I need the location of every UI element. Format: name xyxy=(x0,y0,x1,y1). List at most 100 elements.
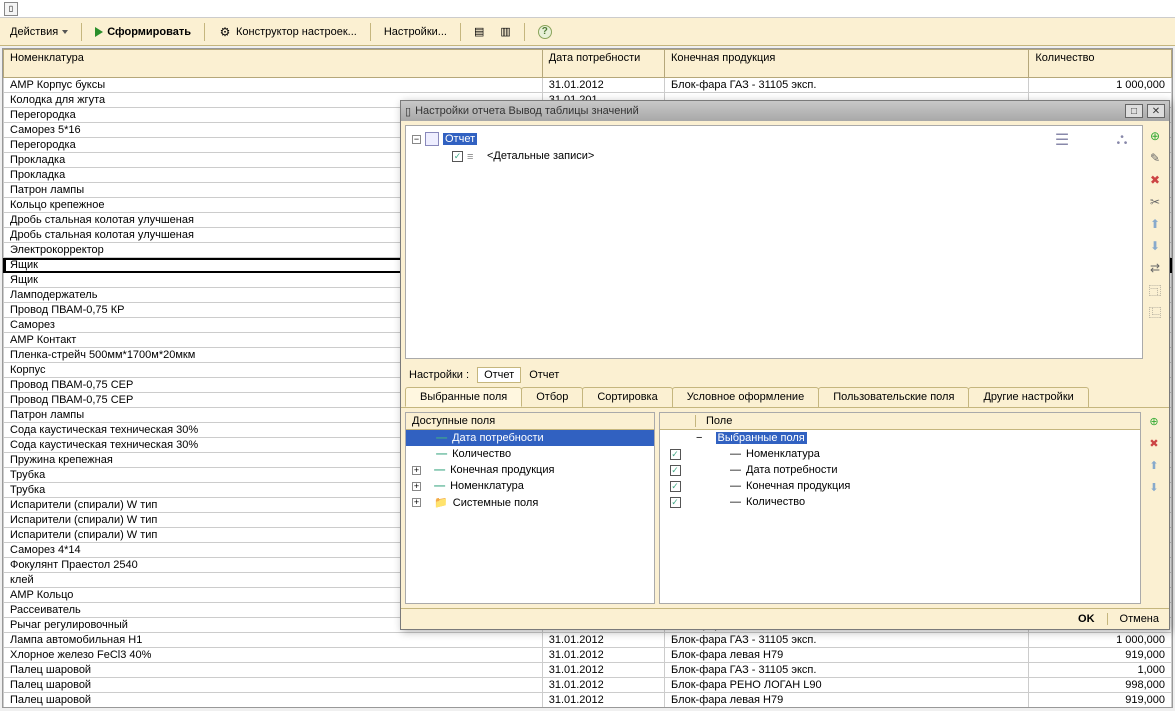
cell-nomenclature[interactable]: AMP Корпус буксы xyxy=(4,78,543,93)
collapse-icon[interactable]: − xyxy=(696,432,702,444)
cell-qty[interactable]: 1 000,000 xyxy=(1029,633,1172,648)
tab-3[interactable]: Условное оформление xyxy=(672,387,819,407)
tool-b-button[interactable]: ⿹ xyxy=(1146,281,1164,299)
tool-icon-1[interactable]: ▤ xyxy=(468,23,490,40)
cell-product[interactable]: Блок-фара РЕНО ЛОГАН L90 xyxy=(664,678,1028,693)
crumb-report-2[interactable]: Отчет xyxy=(529,369,559,381)
cell-date[interactable]: 31.01.2012 xyxy=(542,693,664,708)
delete-field-button[interactable]: ✖ xyxy=(1145,434,1163,452)
field-icon: — xyxy=(436,432,447,444)
cell-date[interactable]: 31.01.2012 xyxy=(542,633,664,648)
table-row[interactable]: Палец шаровой31.01.2012Блок-фара левая H… xyxy=(4,693,1172,708)
tool-a-button[interactable]: ⇄ xyxy=(1146,259,1164,277)
tab-1[interactable]: Отбор xyxy=(521,387,583,407)
cell-nomenclature[interactable]: Лампа автомобильная H1 xyxy=(4,633,543,648)
move-up-button[interactable]: ⬆ xyxy=(1146,215,1164,233)
structure-icon-2[interactable]: ⛬ xyxy=(1112,130,1132,150)
tab-5[interactable]: Другие настройки xyxy=(968,387,1088,407)
selected-field[interactable]: ✓—Номенклатура xyxy=(660,446,1140,462)
tree-detail-label[interactable]: <Детальные записи> xyxy=(487,150,594,162)
tool-c-button[interactable]: ⿺ xyxy=(1146,303,1164,321)
tab-0[interactable]: Выбранные поля xyxy=(405,387,522,407)
field-label: Дата потребности xyxy=(746,464,838,476)
folder-icon: 📁 xyxy=(434,496,448,509)
gear-icon: ⚙ xyxy=(218,25,232,39)
table-row[interactable]: Палец шаровой31.01.2012Блок-фара РЕНО ЛО… xyxy=(4,678,1172,693)
cell-product[interactable]: Блок-фара левая H79 xyxy=(664,648,1028,663)
checkbox[interactable]: ✓ xyxy=(670,497,681,508)
available-field[interactable]: + 📁Системные поля xyxy=(406,494,654,511)
header-nomenclature[interactable]: Номенклатура xyxy=(4,50,543,78)
cell-product[interactable]: Блок-фара ГАЗ - 31105 эксп. xyxy=(664,633,1028,648)
checkbox[interactable]: ✓ xyxy=(452,151,463,162)
actions-menu[interactable]: Действия xyxy=(4,24,74,40)
table-row[interactable]: Лампа автомобильная H131.01.2012Блок-фар… xyxy=(4,633,1172,648)
selected-field[interactable]: ✓—Конечная продукция xyxy=(660,478,1140,494)
add-button[interactable]: ⊕ xyxy=(1146,127,1164,145)
checkbox[interactable]: ✓ xyxy=(670,481,681,492)
cell-qty[interactable]: 998,000 xyxy=(1029,678,1172,693)
checkbox[interactable]: ✓ xyxy=(670,465,681,476)
move-field-up-button[interactable]: ⬆ xyxy=(1145,456,1163,474)
cell-qty[interactable]: 1,000 xyxy=(1029,663,1172,678)
cell-nomenclature[interactable]: Палец шаровой xyxy=(4,678,543,693)
cell-nomenclature[interactable]: Палец шаровой xyxy=(4,663,543,678)
header-product[interactable]: Конечная продукция xyxy=(664,50,1028,78)
cell-nomenclature[interactable]: Палец шаровой xyxy=(4,693,543,708)
report-tree[interactable]: − Отчет ✓ <Детальные записи> ☰ ⛬ xyxy=(405,125,1143,359)
expand-icon[interactable]: + xyxy=(412,466,421,475)
table-row[interactable]: Хлорное железо FeCl3 40%31.01.2012Блок-ф… xyxy=(4,648,1172,663)
report-settings-dialog: ▯ Настройки отчета Вывод таблицы значени… xyxy=(400,100,1170,630)
move-down-button[interactable]: ⬇ xyxy=(1146,237,1164,255)
selected-field[interactable]: ✓—Дата потребности xyxy=(660,462,1140,478)
available-field[interactable]: —Дата потребности xyxy=(406,430,654,446)
table-row[interactable]: AMP Корпус буксы31.01.2012Блок-фара ГАЗ … xyxy=(4,78,1172,93)
cell-date[interactable]: 31.01.2012 xyxy=(542,648,664,663)
tree-root-label[interactable]: Отчет xyxy=(443,133,477,145)
cancel-button[interactable]: Отмена xyxy=(1120,613,1159,625)
cell-nomenclature[interactable]: Хлорное железо FeCl3 40% xyxy=(4,648,543,663)
settings-button[interactable]: Настройки... xyxy=(378,24,453,40)
crumb-report-1[interactable]: Отчет xyxy=(477,367,521,383)
selected-root[interactable]: − Выбранные поля xyxy=(660,430,1140,446)
table-row[interactable]: Палец шаровой31.01.2012Блок-фара ГАЗ - 3… xyxy=(4,663,1172,678)
header-date[interactable]: Дата потребности xyxy=(542,50,664,78)
help-button[interactable]: ? xyxy=(532,23,558,41)
add-field-button[interactable]: ⊕ xyxy=(1145,412,1163,430)
expand-icon[interactable]: + xyxy=(412,498,421,507)
titlebar: ▯ xyxy=(0,0,1175,18)
cell-qty[interactable]: 1 000,000 xyxy=(1029,78,1172,93)
field-icon: — xyxy=(434,464,445,476)
constructor-button[interactable]: ⚙ Конструктор настроек... xyxy=(212,23,363,41)
header-qty[interactable]: Количество xyxy=(1029,50,1172,78)
structure-icon-1[interactable]: ☰ xyxy=(1052,130,1072,150)
form-button[interactable]: Сформировать xyxy=(89,24,197,40)
cell-qty[interactable]: 919,000 xyxy=(1029,648,1172,663)
checkbox[interactable]: ✓ xyxy=(670,449,681,460)
cell-qty[interactable]: 919,000 xyxy=(1029,693,1172,708)
available-field[interactable]: + —Номенклатура xyxy=(406,478,654,494)
cell-date[interactable]: 31.01.2012 xyxy=(542,78,664,93)
cell-date[interactable]: 31.01.2012 xyxy=(542,663,664,678)
ok-button[interactable]: OK xyxy=(1078,613,1095,625)
cell-product[interactable]: Блок-фара левая H79 xyxy=(664,693,1028,708)
available-field[interactable]: —Количество xyxy=(406,446,654,462)
dialog-titlebar[interactable]: ▯ Настройки отчета Вывод таблицы значени… xyxy=(401,101,1169,121)
available-field[interactable]: + —Конечная продукция xyxy=(406,462,654,478)
tab-4[interactable]: Пользовательские поля xyxy=(818,387,969,407)
delete-button[interactable]: ✖ xyxy=(1146,171,1164,189)
expand-icon[interactable]: + xyxy=(412,482,421,491)
collapse-icon[interactable]: − xyxy=(412,135,421,144)
cell-product[interactable]: Блок-фара ГАЗ - 31105 эксп. xyxy=(664,663,1028,678)
move-field-down-button[interactable]: ⬇ xyxy=(1145,478,1163,496)
cell-date[interactable]: 31.01.2012 xyxy=(542,678,664,693)
close-button[interactable]: ✕ xyxy=(1147,104,1165,118)
tab-2[interactable]: Сортировка xyxy=(582,387,672,407)
edit-button[interactable]: ✎ xyxy=(1146,149,1164,167)
tool-icon-2[interactable]: ▥ xyxy=(494,23,516,40)
cell-product[interactable]: Блок-фара ГАЗ - 31105 эксп. xyxy=(664,78,1028,93)
selected-field[interactable]: ✓—Количество xyxy=(660,494,1140,510)
cut-button[interactable]: ✂ xyxy=(1146,193,1164,211)
maximize-button[interactable]: □ xyxy=(1125,104,1143,118)
available-fields-pane: Доступные поля —Дата потребности —Количе… xyxy=(405,412,655,604)
